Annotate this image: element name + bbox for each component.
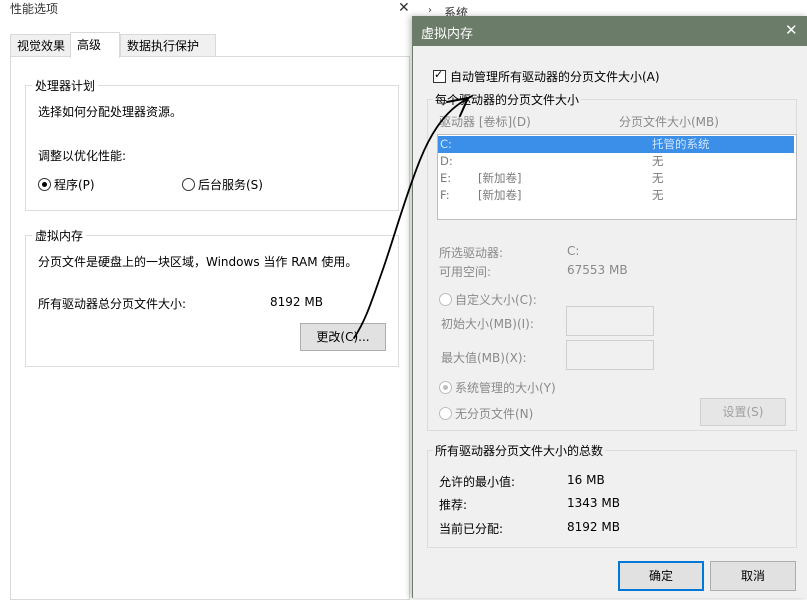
radio-no-paging-file[interactable]: 无分页文件(N) [439,405,533,422]
radio-background-indicator[interactable] [182,178,195,191]
group-label: 处理器计划 [32,77,99,94]
drive-label: [新加卷] [478,171,522,185]
no-paging-label: 无分页文件(N) [455,407,534,421]
current-allocated-value: 8192 MB [567,520,620,534]
close-icon[interactable]: ✕ [785,21,798,39]
column-header-drive: 驱动器 [卷标](D) [439,115,531,129]
current-allocated-label: 当前已分配: [439,522,504,536]
auto-manage-label: 自动管理所有驱动器的分页文件大小(A) [450,70,660,84]
initial-size-input[interactable] [566,306,654,336]
drive-label: [新加卷] [478,188,522,202]
drive-size: 无 [652,171,664,185]
selected-drive-label: 所选驱动器: [439,246,504,260]
processor-scheduling-group: 处理器计划 选择如何分配处理器资源。 调整以优化性能: 程序(P) 后台服务(S… [25,77,399,211]
virtual-memory-dialog: 虚拟内存 ✕ 自动管理所有驱动器的分页文件大小(A) 每个驱动器的分页文件大小 … [412,16,807,598]
free-space-label: 可用空间: [439,265,492,279]
drive-size: 无 [652,188,664,202]
radio-system-managed-indicator[interactable] [439,381,452,394]
tab-dep[interactable]: 数据执行保护 [120,34,216,57]
drive-size: 无 [652,154,664,168]
radio-no-paging-indicator[interactable] [439,407,452,420]
drive-letter: F: [440,188,450,202]
radio-programs[interactable]: 程序(P) [38,176,95,193]
adjust-label: 调整以优化性能: [38,149,127,163]
change-button[interactable]: 更改(C)... [300,323,386,351]
drive-letter: D: [440,154,453,168]
virtual-memory-group: 虚拟内存 分页文件是硬盘上的一块区域，Windows 当作 RAM 使用。 所有… [25,227,399,367]
radio-custom-indicator[interactable] [439,293,452,306]
window-title: 性能选项 [10,2,59,16]
system-managed-label: 系统管理的大小(Y) [455,381,556,395]
set-button[interactable]: 设置(S) [700,398,786,426]
min-allowed-label: 允许的最小值: [439,475,516,489]
drive-letter: C: [440,137,452,151]
radio-programs-label: 程序(P) [54,178,95,192]
dialog-title: 虚拟内存 [421,27,474,42]
group-label: 每个驱动器的分页文件大小 [433,91,582,108]
max-size-label: 最大值(MB)(X): [441,351,527,365]
auto-manage-checkbox[interactable]: 自动管理所有驱动器的分页文件大小(A) [433,68,660,85]
drive-list[interactable]: C: 托管的系统 D: 无 E: [新加卷] 无 F: [新加卷] 无 [437,134,797,220]
radio-system-managed[interactable]: 系统管理的大小(Y) [439,379,556,396]
ok-button[interactable]: 确定 [618,561,704,591]
group-label: 所有驱动器分页文件大小的总数 [433,442,606,459]
group-label: 虚拟内存 [32,227,87,244]
dialog-titlebar: 虚拟内存 ✕ [413,16,807,46]
initial-size-label: 初始大小(MB)(I): [441,317,534,331]
max-size-input[interactable] [566,340,654,370]
radio-background-services[interactable]: 后台服务(S) [182,176,263,193]
min-allowed-value: 16 MB [567,473,605,487]
processor-desc: 选择如何分配处理器资源。 [38,105,183,119]
auto-manage-checkbox-indicator[interactable] [433,68,446,83]
recommended-label: 推荐: [439,498,468,512]
drive-size: 托管的系统 [652,137,710,151]
custom-size-label: 自定义大小(C): [455,293,537,307]
selected-drive-value: C: [567,244,580,258]
paging-file-desc: 分页文件是硬盘上的一块区域，Windows 当作 RAM 使用。 [38,255,358,269]
cancel-button[interactable]: 取消 [710,561,796,591]
advanced-tab-panel: 处理器计划 选择如何分配处理器资源。 调整以优化性能: 程序(P) 后台服务(S… [10,56,410,600]
radio-background-label: 后台服务(S) [198,178,263,192]
close-icon[interactable]: ✕ [398,0,410,16]
tab-advanced[interactable]: 高级 [70,32,120,58]
performance-options-window: 性能选项 ✕ 视觉效果 高级 数据执行保护 处理器计划 选择如何分配处理器资源。… [0,0,412,600]
column-header-size: 分页文件大小(MB) [619,115,719,129]
list-item[interactable]: D: 无 [438,153,794,170]
total-paging-value: 8192 MB [270,295,323,309]
chevron-right-icon: › [428,5,432,16]
list-item[interactable]: F: [新加卷] 无 [438,187,794,204]
recommended-value: 1343 MB [567,496,620,510]
total-paging-label: 所有驱动器总分页文件大小: [38,297,187,311]
radio-custom-size[interactable]: 自定义大小(C): [439,291,537,308]
list-item[interactable]: E: [新加卷] 无 [438,170,794,187]
drive-letter: E: [440,171,452,185]
free-space-value: 67553 MB [567,263,628,277]
list-item[interactable]: C: 托管的系统 [438,136,794,153]
radio-programs-indicator[interactable] [38,178,51,191]
